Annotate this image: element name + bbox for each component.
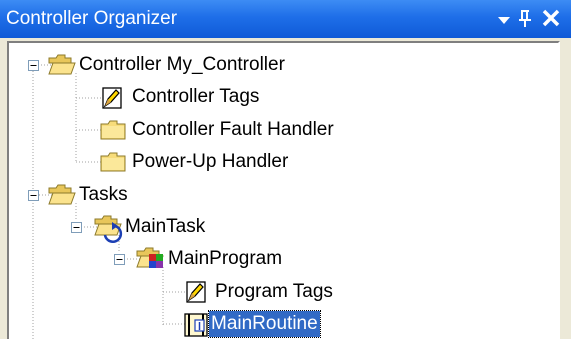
- tree-node-maintask[interactable]: MainTask: [123, 214, 207, 240]
- tags-icon: [102, 87, 122, 109]
- dropdown-arrow-icon[interactable]: [496, 4, 512, 37]
- program-icon: [136, 247, 164, 268]
- expander-tasks[interactable]: [28, 190, 39, 201]
- tree-node-mainroutine[interactable]: MainRoutine: [208, 310, 321, 338]
- close-icon[interactable]: [540, 4, 562, 37]
- expander-maintask[interactable]: [71, 222, 82, 233]
- window-title: Controller Organizer: [6, 8, 178, 29]
- expander-mainprogram[interactable]: [114, 254, 125, 265]
- title-bar: Controller Organizer: [0, 0, 571, 38]
- folder-icon: [100, 120, 126, 140]
- folder-open-icon: [48, 54, 76, 75]
- folder-open-icon: [48, 184, 76, 205]
- tags-icon: [186, 281, 206, 303]
- folder-icon: [100, 152, 126, 172]
- task-icon: [94, 215, 123, 243]
- tree-node-power-up-handler[interactable]: Power-Up Handler: [130, 149, 290, 175]
- project-tree[interactable]: Controller My_Controller Controller Tags…: [7, 41, 560, 339]
- tree-node-program-tags[interactable]: Program Tags: [213, 279, 335, 305]
- expander-controller[interactable]: [28, 60, 39, 71]
- tree-node-controller-fault-handler[interactable]: Controller Fault Handler: [130, 117, 336, 143]
- organizer-panel: Controller My_Controller Controller Tags…: [0, 38, 571, 339]
- tree-node-mainprogram[interactable]: MainProgram: [166, 246, 284, 272]
- tree-node-controller[interactable]: Controller My_Controller: [77, 52, 287, 78]
- routine-icon: [184, 313, 208, 337]
- tree-node-controller-tags[interactable]: Controller Tags: [130, 84, 261, 110]
- pin-icon[interactable]: [516, 4, 534, 37]
- tree-node-tasks[interactable]: Tasks: [77, 182, 130, 208]
